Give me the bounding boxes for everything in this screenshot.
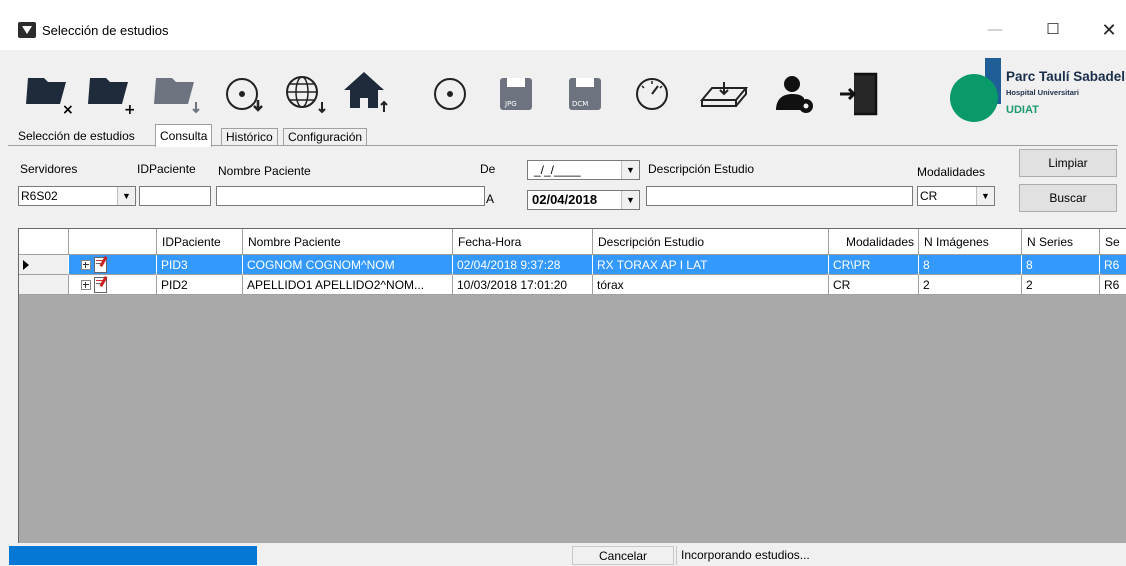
- a-label: A: [486, 192, 495, 206]
- header-expand: [69, 229, 157, 255]
- cell-fecha: 10/03/2018 17:01:20: [453, 275, 593, 295]
- tab-historico[interactable]: Histórico: [221, 128, 278, 146]
- cell-idpaciente: PID2: [157, 275, 243, 295]
- app-icon: [18, 22, 36, 38]
- row-selector[interactable]: [19, 275, 69, 295]
- servidores-select[interactable]: R6S02 ▼: [18, 186, 136, 206]
- logo-title: Parc Taulí Sabadell: [1006, 69, 1126, 84]
- user-settings-icon[interactable]: [772, 60, 820, 122]
- header-idpaciente[interactable]: IDPaciente: [157, 229, 243, 255]
- grid-header: IDPaciente Nombre Paciente Fecha-Hora De…: [19, 229, 1126, 255]
- chevron-down-icon[interactable]: ▼: [117, 187, 135, 205]
- servidores-value: R6S02: [21, 189, 58, 203]
- header-descripcion[interactable]: Descripción Estudio: [593, 229, 829, 255]
- current-row-icon: [23, 260, 29, 270]
- modalidades-label: Modalidades: [917, 165, 986, 179]
- logo-subtitle: Hospital Universitari: [1006, 88, 1079, 97]
- folder-add-icon[interactable]: +: [86, 60, 136, 122]
- save-jpg-icon[interactable]: JPG: [494, 60, 542, 122]
- svg-text:×: ×: [62, 102, 72, 118]
- tab-configuracion[interactable]: Configuración: [283, 128, 368, 146]
- folder-download-icon[interactable]: [152, 60, 200, 122]
- row-selector[interactable]: [19, 255, 69, 275]
- table-row[interactable]: PID3 COGNOM COGNOM^NOM 02/04/2018 9:37:2…: [19, 255, 1126, 275]
- expand-icon[interactable]: [81, 280, 91, 290]
- expand-icon[interactable]: [81, 260, 91, 270]
- chevron-down-icon[interactable]: ▼: [976, 187, 994, 205]
- cell-se: R6: [1100, 275, 1126, 295]
- logo-unit: UDIAT: [1006, 104, 1039, 116]
- svg-text:JPG: JPG: [504, 100, 517, 108]
- cell-modalidades: CR: [829, 275, 919, 295]
- cancel-button[interactable]: Cancelar: [572, 546, 674, 565]
- maximize-button[interactable]: ☐: [1030, 14, 1076, 46]
- cd-download-icon[interactable]: [222, 60, 270, 122]
- logo-circle: [950, 74, 998, 122]
- fecha-hasta-value: 02/04/2018: [532, 192, 598, 207]
- servidores-label: Servidores: [20, 162, 78, 176]
- exit-icon[interactable]: [836, 60, 884, 122]
- window-title: Selección de estudios: [42, 23, 169, 38]
- cell-fecha: 02/04/2018 9:37:28: [453, 255, 593, 275]
- de-label: De: [480, 162, 496, 176]
- cell-modalidades: CR\PR: [829, 255, 919, 275]
- idpaciente-label: IDPaciente: [137, 162, 196, 176]
- studies-grid[interactable]: IDPaciente Nombre Paciente Fecha-Hora De…: [18, 228, 1126, 544]
- header-modalidades[interactable]: Modalidades: [829, 229, 919, 255]
- globe-download-icon[interactable]: [282, 60, 330, 122]
- table-row[interactable]: PID2 APELLIDO1 APELLIDO2^NOM... 10/03/20…: [19, 275, 1126, 295]
- nombre-paciente-input[interactable]: [216, 186, 485, 206]
- idpaciente-input[interactable]: [139, 186, 211, 206]
- home-upload-icon[interactable]: [342, 60, 390, 122]
- folder-delete-icon[interactable]: ×: [24, 60, 74, 122]
- fecha-hasta-picker[interactable]: 02/04/2018 ▼: [527, 190, 640, 210]
- progress-bar: [9, 546, 257, 565]
- cell-descripcion: RX TORAX AP I LAT: [593, 255, 829, 275]
- chevron-down-icon[interactable]: ▼: [621, 191, 639, 209]
- header-imagenes[interactable]: N Imágenes: [919, 229, 1022, 255]
- header-row-selector: [19, 229, 69, 255]
- minimize-button[interactable]: —: [972, 14, 1018, 46]
- cell-imagenes: 8: [919, 255, 1022, 275]
- cd-icon[interactable]: [428, 60, 476, 122]
- cell-series: 8: [1022, 255, 1100, 275]
- cell-nombre: COGNOM COGNOM^NOM: [243, 255, 453, 275]
- cell-series: 2: [1022, 275, 1100, 295]
- close-button[interactable]: ✕: [1086, 14, 1126, 46]
- svg-text:+: +: [124, 102, 134, 118]
- fecha-desde-picker[interactable]: _/_/____ ▼: [527, 160, 640, 180]
- descripcion-label: Descripción Estudio: [648, 162, 755, 176]
- cell-nombre: APELLIDO1 APELLIDO2^NOM...: [243, 275, 453, 295]
- modalidades-value: CR: [920, 189, 938, 203]
- fecha-desde-value: _/_/____: [534, 163, 581, 177]
- header-fecha[interactable]: Fecha-Hora: [453, 229, 593, 255]
- save-dcm-icon[interactable]: DCM: [563, 60, 611, 122]
- title-bar: [0, 0, 1126, 50]
- chevron-down-icon[interactable]: ▼: [621, 161, 639, 179]
- tab-seleccion-estudios[interactable]: Selección de estudios: [14, 128, 139, 145]
- cell-se: R6: [1100, 255, 1126, 275]
- svg-text:DCM: DCM: [572, 100, 588, 108]
- header-se[interactable]: Se: [1100, 229, 1126, 255]
- header-nombre[interactable]: Nombre Paciente: [243, 229, 453, 255]
- cell-imagenes: 2: [919, 275, 1022, 295]
- descripcion-input[interactable]: [646, 186, 913, 206]
- cell-idpaciente: PID3: [157, 255, 243, 275]
- cell-descripcion: tórax: [593, 275, 829, 295]
- limpiar-button[interactable]: Limpiar: [1019, 149, 1117, 177]
- row-expand-cell[interactable]: [69, 255, 157, 275]
- status-message: Incorporando estudios...: [676, 546, 1124, 565]
- tab-consulta[interactable]: Consulta: [155, 124, 213, 147]
- modalidades-select[interactable]: CR ▼: [917, 186, 995, 206]
- gauge-icon[interactable]: [630, 60, 678, 122]
- scanner-icon[interactable]: [699, 60, 749, 122]
- row-expand-cell[interactable]: [69, 275, 157, 295]
- buscar-button[interactable]: Buscar: [1019, 184, 1117, 212]
- header-series[interactable]: N Series: [1022, 229, 1100, 255]
- nombre-paciente-label: Nombre Paciente: [218, 164, 311, 178]
